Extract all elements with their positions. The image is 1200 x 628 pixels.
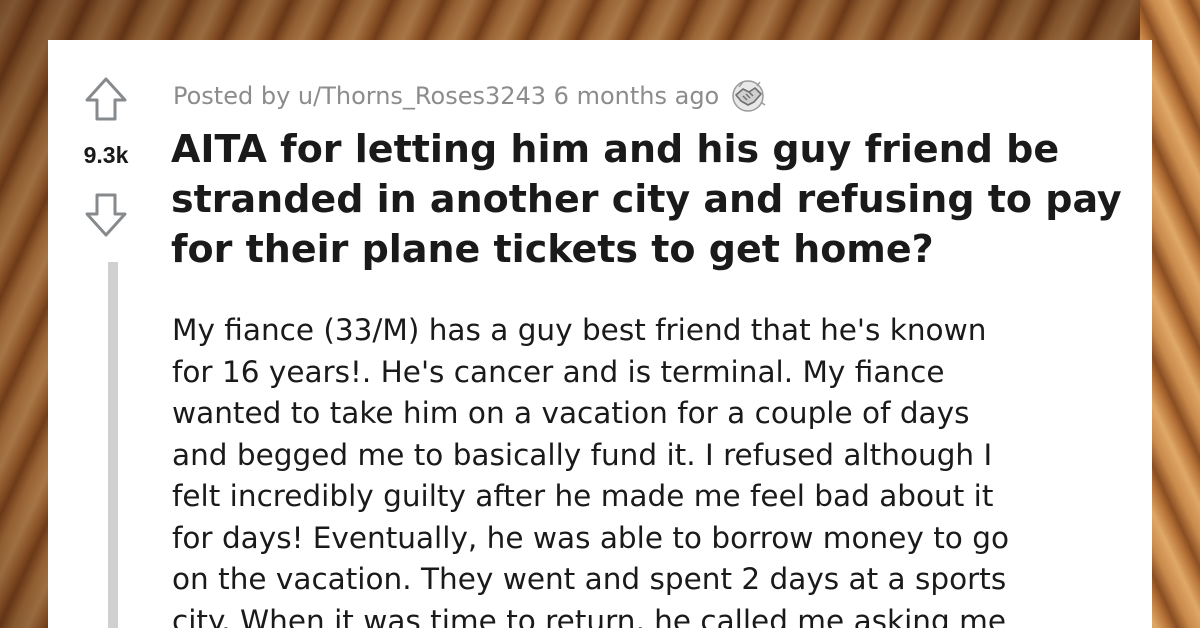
post-title[interactable]: AITA for letting him and his guy friend … xyxy=(171,124,1131,274)
downvote-arrow-icon[interactable] xyxy=(84,192,128,238)
post-card: 9.3k Posted by u/Thorns_Roses3243 6 mont… xyxy=(48,40,1152,628)
upvote-arrow-icon[interactable] xyxy=(84,76,128,122)
thread-line[interactable] xyxy=(108,262,118,628)
vote-column: 9.3k xyxy=(48,40,170,628)
vote-score: 9.3k xyxy=(83,142,129,168)
handshake-award-icon[interactable] xyxy=(729,78,767,114)
post-body: My fiance (33/M) has a guy best friend t… xyxy=(172,313,1010,628)
posted-by-text: Posted by u/Thorns_Roses3243 6 months ag… xyxy=(173,82,720,110)
post-meta: Posted by u/Thorns_Roses3243 6 months ag… xyxy=(173,78,767,114)
